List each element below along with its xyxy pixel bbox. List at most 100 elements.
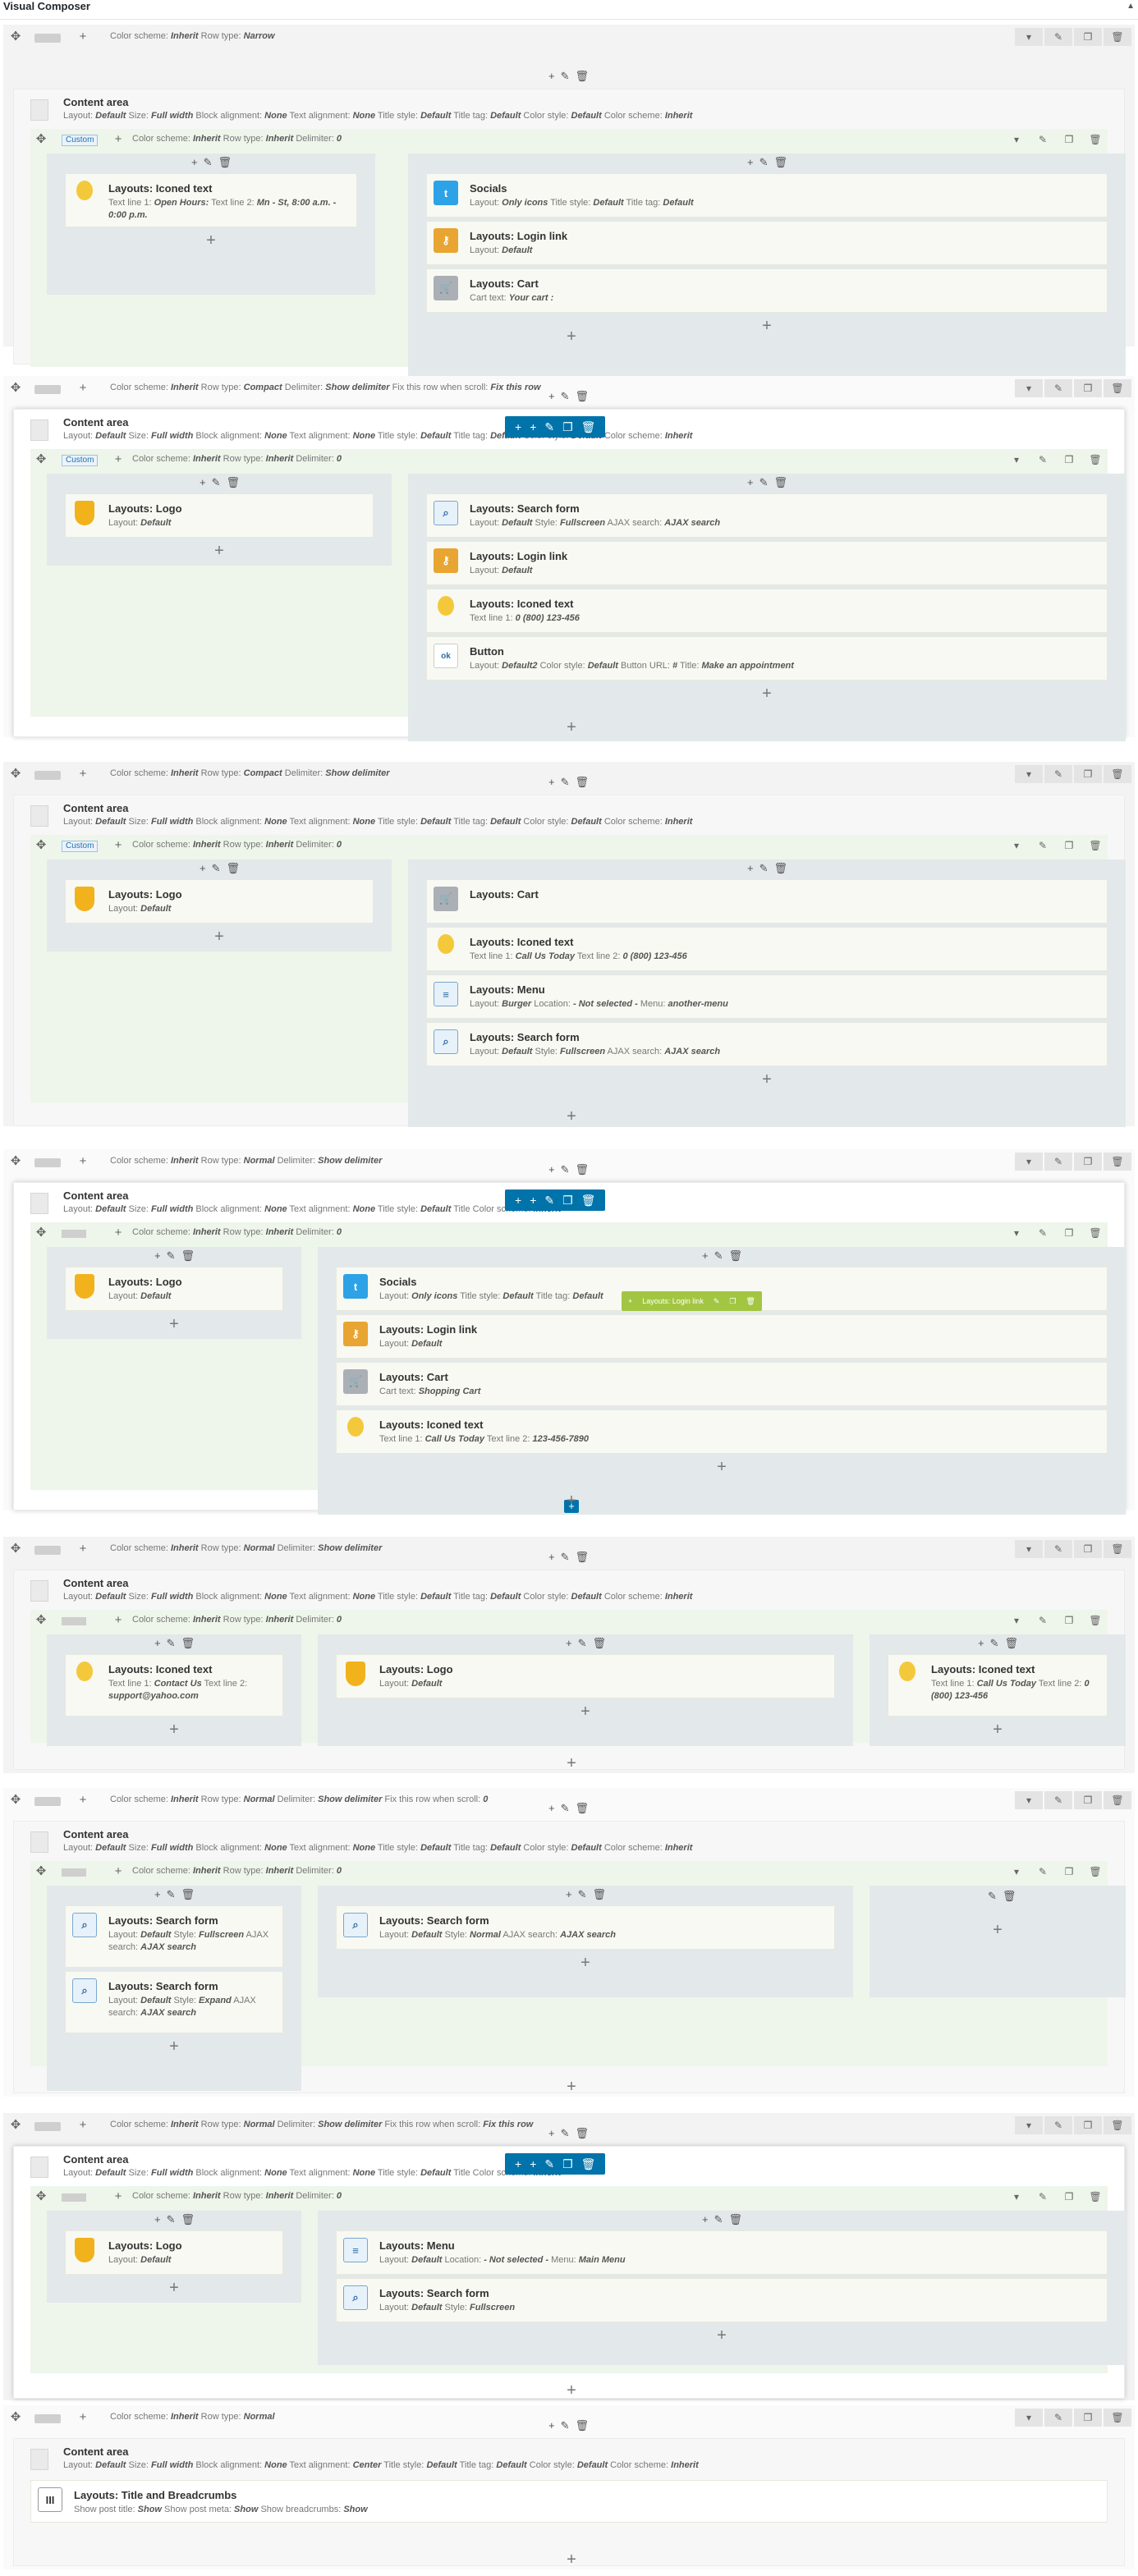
column[interactable]: + ✎ 🗑 Layouts: Iconed text Text line 1: Cont… bbox=[47, 1634, 301, 1746]
inner-row-layout-icon[interactable] bbox=[62, 1868, 86, 1877]
delete-inner-row-icon[interactable]: 🗑 bbox=[1083, 1611, 1108, 1629]
content-area[interactable]: Content area Layout: Default Size: Full w… bbox=[13, 1821, 1126, 2093]
move-inner-row-icon[interactable]: ✥ bbox=[34, 132, 48, 147]
column[interactable]: + ✎ 🗑 Layouts: Logo Layout: Default + bbox=[47, 2211, 301, 2303]
dropdown-icon[interactable]: ▾ bbox=[1015, 1540, 1043, 1558]
copy-icon[interactable]: ❐ bbox=[562, 2157, 573, 2171]
delete-icon[interactable]: 🗑 bbox=[593, 1638, 607, 1649]
element-card[interactable]: ⌕ Layouts: Search form Layout: Default Sty… bbox=[65, 1971, 283, 2033]
edit-icon[interactable]: ✎ bbox=[714, 2214, 723, 2225]
add-icon[interactable]: + bbox=[154, 1638, 161, 1649]
add-inner-column-icon[interactable]: + bbox=[111, 2189, 126, 2204]
move-inner-row-icon[interactable]: ✥ bbox=[34, 838, 48, 853]
row-r8[interactable]: ✥ + Color scheme: Inherit Row type: Normal… bbox=[3, 2405, 1135, 2569]
row-layout-icon[interactable] bbox=[34, 771, 61, 780]
add-element-icon[interactable]: + bbox=[211, 543, 227, 559]
delete-icon[interactable]: 🗑 bbox=[746, 1297, 755, 1306]
delete-inner-row-icon[interactable]: 🗑 bbox=[1083, 1863, 1108, 1881]
element-card[interactable]: Layouts: Iconed text Text line 1: Call Us… bbox=[426, 927, 1108, 971]
edit-row-icon[interactable]: ✎ bbox=[1044, 28, 1072, 46]
row-layout-icon[interactable] bbox=[34, 385, 61, 394]
edit-icon[interactable]: ✎ bbox=[988, 1891, 997, 1902]
content-area[interactable]: Content area Layout: Default Size: Full w… bbox=[13, 2438, 1125, 2566]
edit-icon[interactable]: ✎ bbox=[561, 391, 570, 402]
delete-icon[interactable]: 🗑 bbox=[729, 1250, 743, 1262]
add-element-icon[interactable]: + bbox=[211, 928, 227, 945]
edit-icon[interactable]: ✎ bbox=[544, 1194, 554, 1208]
add-element-icon[interactable]: + bbox=[714, 2327, 730, 2344]
copy-inner-row-icon[interactable]: ❐ bbox=[1057, 1863, 1081, 1881]
delete-inner-row-icon[interactable]: 🗑 bbox=[1083, 2188, 1108, 2206]
column[interactable]: + ✎ 🗑 ⌕ Layouts: Search form Layout: Default … bbox=[47, 1886, 301, 2091]
add-row-column-icon[interactable]: + bbox=[76, 1154, 90, 1169]
move-icon[interactable]: + bbox=[515, 420, 521, 433]
delete-row-icon[interactable]: 🗑 bbox=[1104, 2116, 1131, 2134]
copy-row-icon[interactable]: ❐ bbox=[1074, 2409, 1102, 2427]
add-row-column-icon[interactable]: + bbox=[76, 767, 90, 782]
delete-row-icon[interactable]: 🗑 bbox=[1104, 379, 1131, 397]
element-card[interactable]: Layouts: Iconed text Text line 1: Call Us… bbox=[888, 1654, 1108, 1717]
add-icon[interactable]: + bbox=[548, 1552, 555, 1563]
copy-inner-row-icon[interactable]: ❐ bbox=[1057, 837, 1081, 855]
edit-icon[interactable]: ✎ bbox=[212, 863, 221, 874]
element-card[interactable]: ⌕ Layouts: Search form Layout: Default Sty… bbox=[426, 1022, 1108, 1066]
delete-inner-row-icon[interactable]: 🗑 bbox=[1083, 131, 1108, 149]
row-layout-icon[interactable] bbox=[34, 2122, 61, 2131]
add-inner-column-icon[interactable]: + bbox=[111, 132, 126, 147]
inner-row[interactable]: ✥ + Color scheme: Inherit Row type: Inheri… bbox=[30, 2186, 1126, 2373]
delete-inner-row-icon[interactable]: 🗑 bbox=[1083, 451, 1108, 469]
move-inner-row-icon[interactable]: ✥ bbox=[34, 2189, 48, 2204]
move-row-icon[interactable]: ✥ bbox=[8, 767, 23, 782]
add-element-icon[interactable]: + bbox=[759, 1071, 775, 1088]
add-icon[interactable]: + bbox=[702, 1250, 709, 1262]
dropdown-icon[interactable]: ▾ bbox=[1015, 2116, 1043, 2134]
add-icon[interactable]: + bbox=[548, 2420, 555, 2432]
add-element-icon[interactable]: + bbox=[577, 1703, 594, 1720]
add-inner-column-icon[interactable]: + bbox=[111, 1613, 126, 1628]
edit-icon[interactable]: ✎ bbox=[990, 1638, 999, 1649]
column[interactable]: + ✎ 🗑 ⌕ Layouts: Search form Layout: Default … bbox=[318, 1886, 853, 1997]
edit-inner-row-icon[interactable]: ✎ bbox=[1030, 131, 1055, 149]
row-r2[interactable]: ✥ + Color scheme: Inherit Row type: Compac… bbox=[3, 376, 1135, 741]
delete-icon[interactable]: 🗑 bbox=[576, 777, 590, 788]
add-element-icon[interactable]: + bbox=[166, 1721, 182, 1738]
move-row-icon[interactable]: ✥ bbox=[8, 30, 23, 44]
add-row-column-icon[interactable]: + bbox=[76, 2410, 90, 2425]
row-r1[interactable]: ✥ + Color scheme: Inherit Row type: Narrow… bbox=[3, 25, 1135, 392]
move-inner-row-icon[interactable]: ✥ bbox=[34, 1613, 48, 1628]
copy-icon[interactable]: ❐ bbox=[729, 1297, 736, 1306]
add-icon[interactable]: + bbox=[154, 1250, 161, 1262]
edit-inner-row-icon[interactable]: ✎ bbox=[1030, 1224, 1055, 1242]
element-card[interactable]: Layouts: Iconed text Text line 1: Call Us… bbox=[336, 1409, 1108, 1454]
add-row-column-icon[interactable]: + bbox=[76, 2118, 90, 2133]
edit-icon[interactable]: ✎ bbox=[759, 477, 769, 488]
delete-inner-row-icon[interactable]: 🗑 bbox=[1083, 1224, 1108, 1242]
move-inner-row-icon[interactable]: ✥ bbox=[34, 1864, 48, 1879]
column[interactable]: + ✎ 🗑 Layouts: Iconed text Text line 1: Open… bbox=[47, 154, 375, 295]
delete-icon[interactable]: 🗑 bbox=[181, 1638, 195, 1649]
add-icon[interactable]: + bbox=[747, 157, 754, 168]
content-area[interactable]: Content area Layout: Default Size: Full w… bbox=[13, 409, 1126, 741]
add-element-icon[interactable]: + bbox=[989, 1922, 1006, 1938]
add-icon[interactable]: + bbox=[747, 477, 754, 488]
add-element-icon[interactable]: + bbox=[989, 1721, 1006, 1738]
edit-inner-row-icon[interactable]: ✎ bbox=[1030, 1611, 1055, 1629]
element-card[interactable]: ⚷ Layouts: Login link Layout: Default bbox=[426, 541, 1108, 585]
dropdown-icon[interactable]: ▾ bbox=[1004, 1224, 1029, 1242]
delete-icon[interactable]: 🗑 bbox=[181, 1250, 195, 1262]
inner-row-layout-icon[interactable] bbox=[62, 1230, 86, 1238]
column[interactable]: + ✎ 🗑 Layouts: Logo Layout: Default + bbox=[47, 859, 392, 951]
element-card[interactable]: ≡ Layouts: Menu Layout: Default Location: … bbox=[336, 2230, 1108, 2275]
dropdown-icon[interactable]: ▾ bbox=[1004, 837, 1029, 855]
delete-row-icon[interactable]: 🗑 bbox=[1104, 1540, 1131, 1558]
delete-icon[interactable]: 🗑 bbox=[581, 2157, 596, 2171]
add-icon[interactable]: + bbox=[548, 2128, 555, 2139]
inner-row-tag[interactable]: Custom bbox=[62, 455, 99, 466]
element-card[interactable]: Layouts: Logo Layout: Default bbox=[65, 1267, 283, 1311]
move-icon[interactable]: + bbox=[628, 1297, 632, 1305]
add-icon[interactable]: + bbox=[978, 1638, 984, 1649]
delete-icon[interactable]: 🗑 bbox=[227, 863, 241, 874]
inner-row-layout-icon[interactable] bbox=[62, 2193, 86, 2202]
dropdown-icon[interactable]: ▾ bbox=[1015, 2409, 1043, 2427]
add-icon[interactable]: + bbox=[747, 863, 754, 874]
